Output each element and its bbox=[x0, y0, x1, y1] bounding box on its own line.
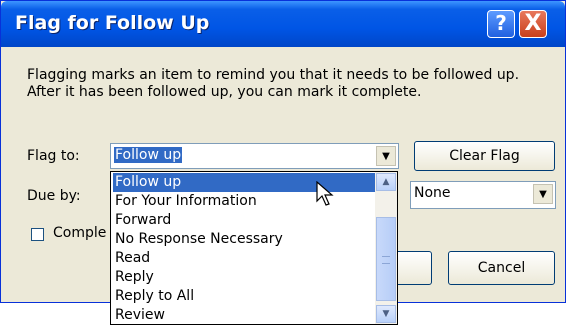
chevron-down-icon: ▼ bbox=[382, 309, 390, 319]
scroll-down-button[interactable]: ▼ bbox=[376, 305, 396, 323]
description-line-2: After it has been followed up, you can m… bbox=[27, 84, 422, 100]
flag-to-dropdown-list: Follow up For Your Information Forward N… bbox=[110, 171, 398, 325]
due-time-select[interactable]: None ▼ bbox=[410, 181, 556, 209]
dropdown-option-read[interactable]: Read bbox=[113, 249, 377, 268]
flag-to-dropdown-button[interactable]: ▼ bbox=[376, 146, 396, 166]
title-bar[interactable]: Flag for Follow Up ? X bbox=[1, 1, 565, 47]
dropdown-option-follow-up[interactable]: Follow up bbox=[113, 173, 377, 192]
flag-to-label: Flag to: bbox=[27, 148, 80, 164]
due-time-value: None bbox=[414, 185, 451, 201]
mouse-cursor-icon bbox=[316, 181, 334, 206]
scroll-up-button[interactable]: ▲ bbox=[376, 173, 396, 191]
due-time-dropdown-button[interactable]: ▼ bbox=[533, 184, 553, 204]
clear-flag-button[interactable]: Clear Flag bbox=[414, 141, 555, 171]
close-button[interactable]: X bbox=[519, 10, 547, 38]
cancel-button[interactable]: Cancel bbox=[448, 251, 555, 285]
due-by-label: Due by: bbox=[27, 188, 81, 204]
chevron-up-icon: ▲ bbox=[382, 177, 390, 187]
dropdown-option-reply-to-all[interactable]: Reply to All bbox=[113, 287, 377, 306]
dialog-title: Flag for Follow Up bbox=[15, 12, 210, 34]
scroll-thumb[interactable] bbox=[376, 217, 396, 301]
chevron-down-icon: ▼ bbox=[539, 189, 547, 200]
dropdown-option-forward[interactable]: Forward bbox=[113, 211, 377, 230]
help-button[interactable]: ? bbox=[487, 10, 515, 38]
grip-icon bbox=[382, 256, 390, 264]
dropdown-option-reply[interactable]: Reply bbox=[113, 268, 377, 287]
description-line-1: Flagging marks an item to remind you tha… bbox=[27, 67, 520, 83]
chevron-down-icon: ▼ bbox=[382, 151, 390, 162]
completed-label: Comple bbox=[53, 225, 107, 241]
dropdown-option-no-response-necessary[interactable]: No Response Necessary bbox=[113, 230, 377, 249]
flag-to-value: Follow up bbox=[114, 147, 183, 163]
dropdown-option-for-your-information[interactable]: For Your Information bbox=[113, 192, 377, 211]
flag-to-select[interactable]: Follow up ▼ bbox=[110, 143, 399, 169]
dropdown-scrollbar[interactable]: ▲ ▼ bbox=[375, 172, 397, 324]
dropdown-option-review[interactable]: Review bbox=[113, 306, 377, 324]
completed-checkbox[interactable] bbox=[31, 228, 44, 241]
description-text: Flagging marks an item to remind you tha… bbox=[27, 67, 557, 101]
